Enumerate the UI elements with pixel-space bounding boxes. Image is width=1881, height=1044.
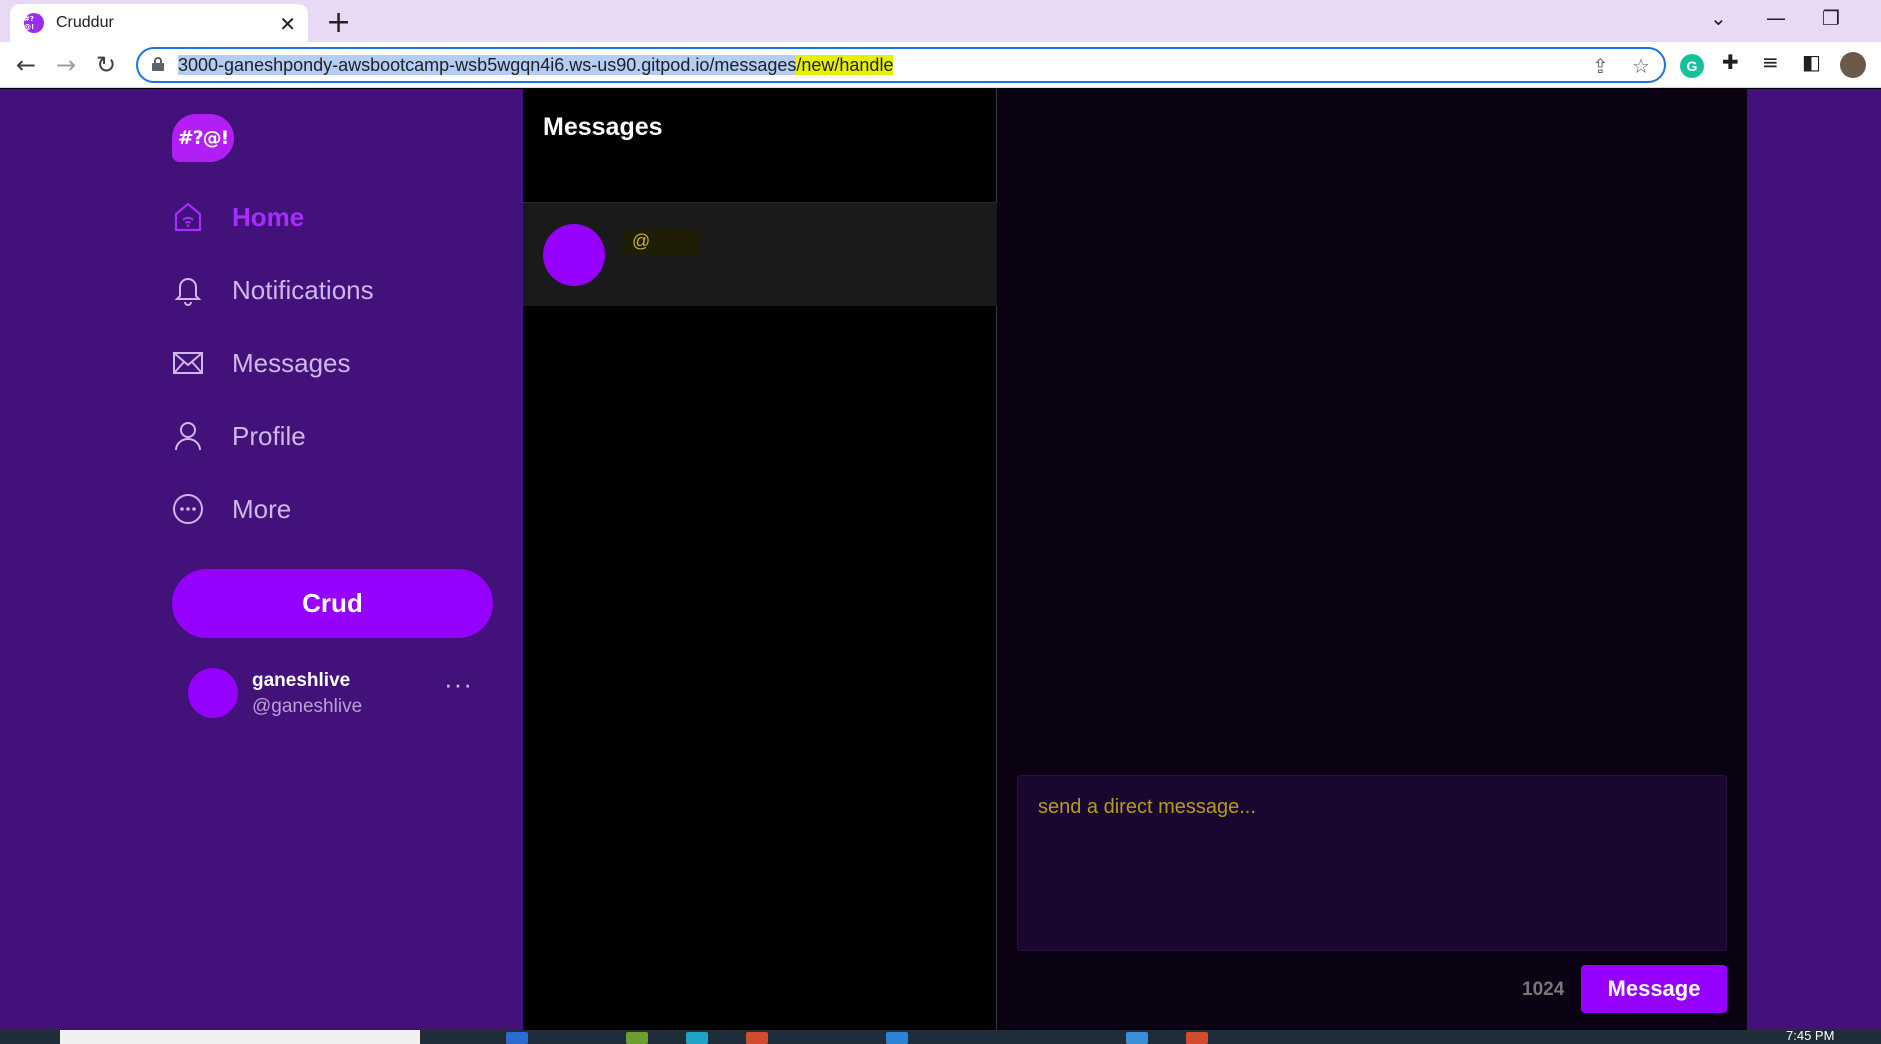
crud-button[interactable]: Crud xyxy=(172,569,493,638)
browser-profile-avatar[interactable] xyxy=(1840,52,1866,78)
taskbar-search[interactable] xyxy=(60,1030,420,1044)
user-more-icon[interactable]: ··· xyxy=(444,669,473,700)
side-panel-icon[interactable]: ◧ xyxy=(1802,50,1821,74)
browser-tab-bar: #?@! Cruddur ✕ + ⌄ — ❐ xyxy=(0,0,1881,42)
forward-icon[interactable]: → xyxy=(56,51,76,79)
conversation-avatar xyxy=(543,224,605,286)
nav-profile[interactable]: Profile xyxy=(172,420,306,452)
taskbar-app-icon[interactable] xyxy=(1186,1032,1208,1044)
message-thread-column: 1024 Message xyxy=(997,89,1747,1030)
taskbar-app-icon[interactable] xyxy=(746,1032,768,1044)
taskbar-app-icon[interactable] xyxy=(686,1032,708,1044)
bell-icon xyxy=(172,274,204,306)
url-main: 3000-ganeshpondy-awsbootcamp-wsb5wgqn4i6… xyxy=(178,55,797,75)
url-text[interactable]: 3000-ganeshpondy-awsbootcamp-wsb5wgqn4i6… xyxy=(178,55,894,76)
nav-home-label: Home xyxy=(232,201,305,232)
taskbar-clock: 7:45 PM xyxy=(1786,1028,1835,1043)
more-circle-icon xyxy=(172,493,204,525)
bookmark-star-icon[interactable]: ☆ xyxy=(1632,54,1650,78)
reload-icon[interactable]: ↻ xyxy=(96,51,116,79)
browser-tab[interactable]: #?@! Cruddur ✕ xyxy=(10,4,308,42)
conversation-handle: @ xyxy=(622,229,701,256)
browser-toolbar: ← → ↻ 3000-ganeshpondy-awsbootcamp-wsb5w… xyxy=(0,42,1881,88)
user-avatar[interactable] xyxy=(188,668,238,718)
extensions-icon[interactable]: ✚ xyxy=(1722,50,1739,74)
nav-notifications-label: Notifications xyxy=(232,274,374,305)
user-handle: @ganeshlive xyxy=(252,696,363,717)
grammarly-icon[interactable]: G xyxy=(1680,54,1704,78)
new-tab-button[interactable]: + xyxy=(326,5,351,40)
nav-messages[interactable]: Messages xyxy=(172,347,351,379)
send-message-button[interactable]: Message xyxy=(1581,965,1727,1013)
restore-button[interactable]: ❐ xyxy=(1822,6,1840,30)
nav-messages-label: Messages xyxy=(232,347,351,378)
nav-more[interactable]: More xyxy=(172,493,291,525)
taskbar-app-icon[interactable] xyxy=(1126,1032,1148,1044)
cruddur-logo[interactable]: #?@! xyxy=(172,114,234,162)
favicon-icon: #?@! xyxy=(24,13,44,33)
user-display-name: ganeshlive xyxy=(252,670,351,691)
nav-profile-label: Profile xyxy=(232,420,306,451)
url-highlighted: /new/handle xyxy=(796,55,894,75)
nav-home[interactable]: Home xyxy=(172,201,304,233)
lock-icon[interactable] xyxy=(152,57,164,71)
nav-more-label: More xyxy=(232,493,292,524)
page-title: Messages xyxy=(543,113,663,141)
nav-notifications[interactable]: Notifications xyxy=(172,274,374,306)
back-icon[interactable]: ← xyxy=(16,51,36,79)
person-icon xyxy=(172,420,204,452)
home-icon xyxy=(172,201,204,233)
address-bar[interactable]: 3000-ganeshpondy-awsbootcamp-wsb5wgqn4i6… xyxy=(136,47,1666,83)
cruddur-app: #?@! Home Notifications Messages Profile xyxy=(0,89,1881,1030)
taskbar-app-icon[interactable] xyxy=(626,1032,648,1044)
os-taskbar: 7:45 PM xyxy=(0,1028,1881,1044)
taskbar-app-icon[interactable] xyxy=(506,1032,528,1044)
message-group-item[interactable]: @ xyxy=(523,203,997,306)
tab-title: Cruddur xyxy=(56,14,114,31)
message-input[interactable] xyxy=(1017,775,1727,951)
share-icon[interactable]: ⇪ xyxy=(1592,54,1609,78)
message-groups-column: Messages @ xyxy=(523,89,997,1030)
close-tab-icon[interactable]: ✕ xyxy=(279,12,296,36)
minimize-button[interactable]: — xyxy=(1766,6,1786,30)
taskbar-app-icon[interactable] xyxy=(886,1032,908,1044)
envelope-icon xyxy=(172,347,204,379)
character-count: 1024 xyxy=(1522,979,1565,1000)
sidebar: #?@! Home Notifications Messages Profile xyxy=(0,89,523,1030)
media-control-icon[interactable]: ≡ xyxy=(1762,50,1779,74)
tab-search-icon[interactable]: ⌄ xyxy=(1710,6,1727,30)
right-gutter xyxy=(1747,89,1881,1030)
